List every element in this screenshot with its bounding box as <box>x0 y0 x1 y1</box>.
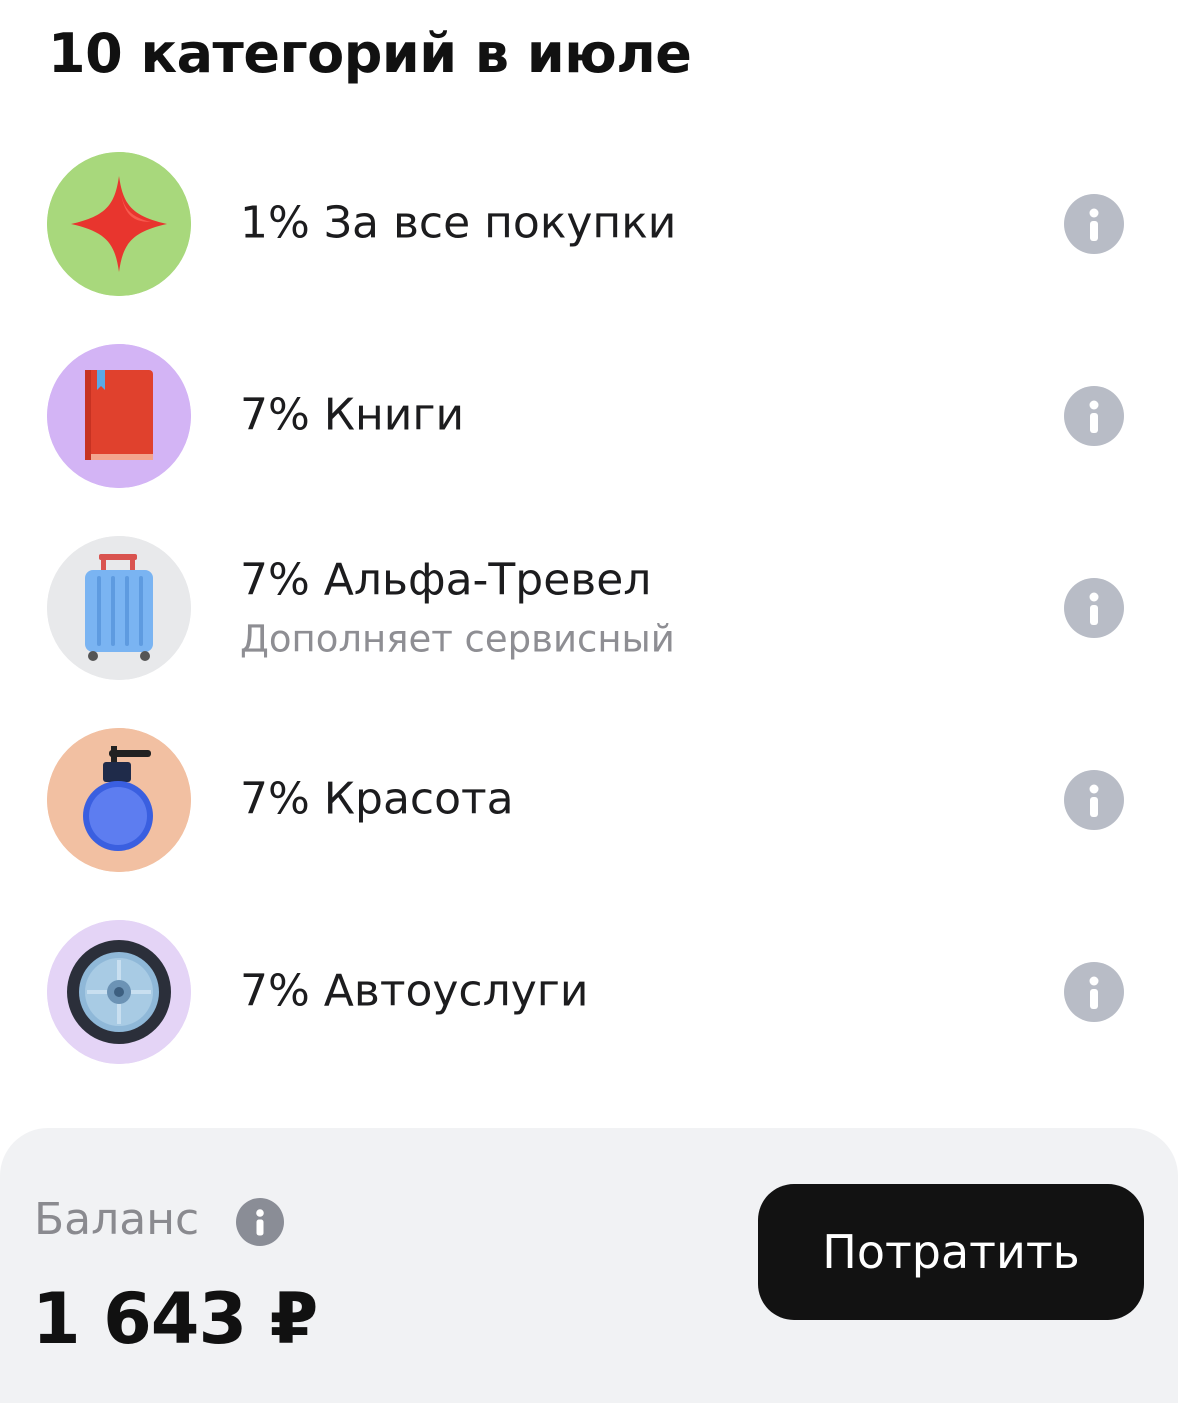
info-icon[interactable] <box>1064 962 1124 1022</box>
info-icon[interactable] <box>1064 578 1124 638</box>
info-icon[interactable] <box>1064 194 1124 254</box>
category-subtitle: Дополняет сервисный <box>240 617 675 661</box>
category-text: 7% Книги <box>240 390 464 443</box>
category-text: 1% За все покупки <box>240 198 676 251</box>
page-title: 10 категорий в июле <box>48 22 692 85</box>
cashback-categories-screen: 10 категорий в июле 1% За все покупки 7%… <box>0 0 1178 1403</box>
category-row-auto-services[interactable]: 7% Автоуслуги <box>0 918 1178 1110</box>
category-row-alfa-travel[interactable]: 7% Альфа-Тревел Дополняет сервисный <box>0 534 1178 726</box>
perfume-bottle-icon <box>47 728 191 872</box>
category-title: 7% Альфа-Тревел <box>240 554 652 606</box>
category-text: 7% Автоуслуги <box>240 966 588 1019</box>
spend-button[interactable]: Потратить <box>758 1184 1144 1320</box>
info-icon[interactable] <box>1064 770 1124 830</box>
category-title: 7% Красота <box>240 773 514 825</box>
category-title: 7% Книги <box>240 389 465 441</box>
balance-label: Баланс <box>34 1194 200 1245</box>
suitcase-icon <box>47 536 191 680</box>
category-row-books[interactable]: 7% Книги <box>0 342 1178 534</box>
car-wheel-icon <box>47 920 191 1064</box>
info-icon[interactable] <box>1064 386 1124 446</box>
category-title: 7% Автоуслуги <box>240 965 589 1017</box>
book-icon <box>47 344 191 488</box>
info-icon[interactable] <box>236 1198 284 1246</box>
category-row-all-purchases[interactable]: 1% За все покупки <box>0 150 1178 342</box>
star-icon <box>47 152 191 296</box>
category-text: 7% Альфа-Тревел Дополняет сервисный <box>240 554 675 661</box>
balance-amount: 1 643 ₽ <box>32 1278 318 1360</box>
category-row-beauty[interactable]: 7% Красота <box>0 726 1178 918</box>
category-list: 1% За все покупки 7% Книги 7% Альфа-Трев… <box>0 150 1178 1110</box>
category-title: 1% За все покупки <box>240 197 677 249</box>
balance-panel: Баланс 1 643 ₽ Потратить <box>0 1128 1178 1403</box>
category-text: 7% Красота <box>240 774 514 827</box>
